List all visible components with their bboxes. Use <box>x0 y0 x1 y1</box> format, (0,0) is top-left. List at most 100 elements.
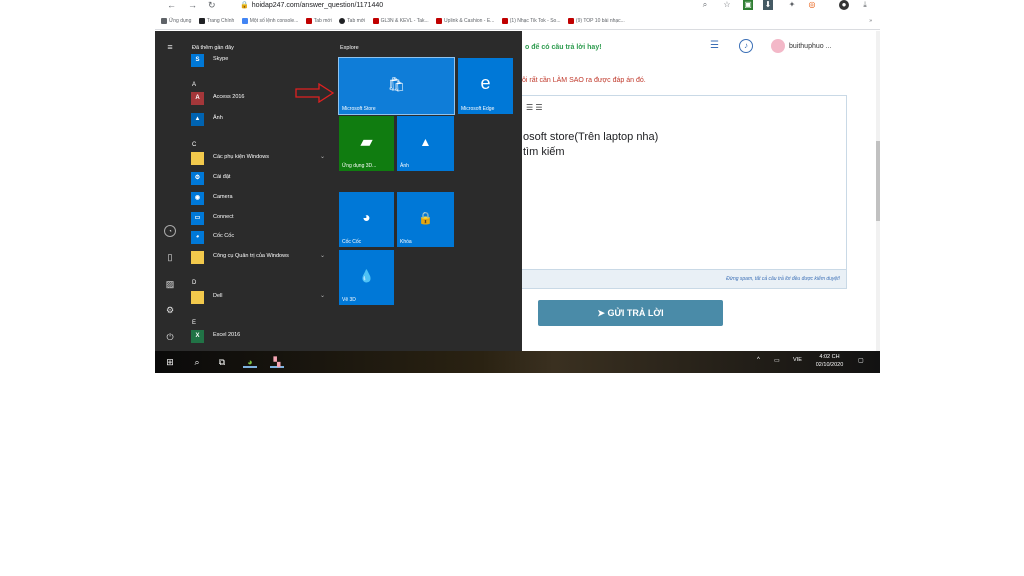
bookmark-item[interactable]: Một số lệnh console... <box>241 12 299 29</box>
coc-coc-taskbar-icon[interactable]: ◕ <box>243 356 257 368</box>
bookmark-item[interactable]: (9) TOP 10 bài nhạc... <box>567 12 625 29</box>
answer-line: osoft store(Trên laptop nha) <box>523 131 659 143</box>
address-bar[interactable]: 🔒 hoidap247.com/answer_question/1171440 <box>240 1 383 9</box>
lock-icon: 🔒 <box>240 2 249 9</box>
task-view-icon[interactable]: ⧉ <box>215 356 229 368</box>
app-icon: S <box>191 54 204 67</box>
app-list-item[interactable]: Dell ⌄ <box>189 288 329 306</box>
reload-icon[interactable]: ↻ <box>208 0 216 11</box>
page-scrollbar[interactable] <box>876 31 880 351</box>
network-icon[interactable]: ▭ <box>774 357 780 364</box>
bookmark-label: Tab mới <box>313 18 332 24</box>
app-list-item[interactable]: ▭ Connect <box>189 209 329 227</box>
answer-editor[interactable]: ☰ ☰ osoft store(Trên laptop nha) tìm kiế… <box>510 95 847 289</box>
bookmark-item[interactable]: Tab mới <box>305 12 332 29</box>
app-list-item[interactable]: X Excel 2016 <box>189 327 329 345</box>
app-list-item[interactable]: ⚙ Cài đặt <box>189 169 329 187</box>
bookmark-item[interactable]: Trang Chính <box>198 12 234 29</box>
app-icon: A <box>191 92 204 105</box>
extension-icon[interactable]: ▣ <box>743 0 753 10</box>
app-list-item[interactable]: ◉ Camera <box>189 189 329 207</box>
clock-time: 4:02 CH <box>819 354 840 360</box>
back-icon[interactable]: ← <box>167 0 176 11</box>
user-account-icon[interactable]: ◔ <box>164 225 176 237</box>
app-label: Ảnh <box>213 115 223 121</box>
tile-icon: ▲ <box>419 134 432 149</box>
chrome-extension-icon[interactable]: ◎ <box>807 0 817 10</box>
app-list-item[interactable]: Các phụ kiện Windows ⌄ <box>189 149 329 167</box>
list-letter-header[interactable]: A <box>192 82 196 88</box>
list-letter-header[interactable]: E <box>192 320 196 326</box>
bookmark-label: Một số lệnh console... <box>249 18 299 24</box>
scrollbar-thumb[interactable] <box>876 141 880 221</box>
username[interactable]: buithuphuo ... <box>789 43 831 50</box>
zoom-icon[interactable]: ⌕ <box>700 0 710 10</box>
profile-avatar-icon[interactable]: ● <box>839 0 849 10</box>
browser-toolbar: ← → ↻ 🔒 hoidap247.com/answer_question/117… <box>155 0 880 12</box>
chevron-down-icon[interactable]: ⌄ <box>320 153 325 160</box>
bookmark-item[interactable]: Ứng dụng <box>161 12 191 29</box>
power-icon[interactable]: ⏻ <box>164 331 176 343</box>
tile-microsoft-edge[interactable]: e Microsoft Edge <box>458 58 513 114</box>
chevron-down-icon[interactable]: ⌄ <box>320 292 325 299</box>
tile-ung-dung-3d[interactable]: ▰ Ứng dụng 3D... <box>339 116 394 171</box>
forward-icon[interactable]: → <box>188 0 197 11</box>
start-menu: ≡ ◔ ▯ ▨ ⚙ ⏻ Đã thêm gần đây S Skype A A Acce… <box>155 31 522 351</box>
list-letter-header[interactable]: D <box>192 280 196 286</box>
download-icon[interactable]: ⤓ <box>860 0 870 10</box>
bookmark-label: (9) TOP 10 bài nhạc... <box>575 18 625 24</box>
tile-ve-3d[interactable]: 💧 Vẽ 3D <box>339 250 394 305</box>
bookmark-label: Uplink & Cashion - E... <box>444 18 495 24</box>
answer-line: tìm kiếm <box>523 146 565 158</box>
tile-label: Vẽ 3D <box>342 297 356 303</box>
bookmark-label: (1) Nhạc Tik Tok - So... <box>509 18 561 24</box>
documents-icon[interactable]: ▯ <box>164 251 176 263</box>
tile-khoa[interactable]: 🔒 Khóa <box>397 192 454 247</box>
windows-start-icon[interactable]: ⊞ <box>163 356 177 368</box>
bookmark-item[interactable]: Uplink & Cashion - E... <box>436 12 495 29</box>
app-list-item[interactable]: ◕ Cốc Cốc <box>189 228 329 246</box>
app-icon <box>191 291 204 304</box>
avatar[interactable] <box>771 39 785 53</box>
youtube-icon <box>372 17 379 24</box>
bell-icon[interactable]: ♪ <box>739 39 753 53</box>
app-list-item[interactable]: Công cụ Quản trị của Windows ⌄ <box>189 248 329 266</box>
submit-answer-button[interactable]: ➤ GỬI TRẢ LỜI <box>538 300 723 326</box>
tile-coc-coc[interactable]: ◕ Cốc Cốc <box>339 192 394 247</box>
youtube-icon <box>567 17 574 24</box>
app-icon <box>191 251 204 264</box>
pictures-icon[interactable]: ▨ <box>164 278 176 290</box>
tile-label: Microsoft Store <box>342 106 376 112</box>
app-icon <box>191 152 204 165</box>
bookmark-item[interactable]: GL3N & KEVL - Tak... <box>372 12 429 29</box>
language-indicator[interactable]: VIE <box>793 357 802 363</box>
star-icon[interactable]: ☆ <box>722 0 732 10</box>
app-list-item[interactable]: ▲ Ảnh <box>189 110 329 128</box>
clock[interactable]: 4:02 CH 02/10/2020 <box>807 353 852 369</box>
show-hidden-icons-icon[interactable]: ^ <box>757 357 760 363</box>
more-bookmarks-icon[interactable]: » <box>869 12 872 29</box>
bookmark-item[interactable]: Tab mới <box>339 12 365 29</box>
tile-icon: e <box>480 72 491 93</box>
bookmark-item[interactable]: (1) Nhạc Tik Tok - So... <box>501 12 561 29</box>
app-taskbar-icon[interactable]: ▚ <box>270 356 284 368</box>
download-extension-icon[interactable]: ⬇ <box>763 0 773 10</box>
settings-icon[interactable]: ⚙ <box>164 304 176 316</box>
puzzle-icon[interactable]: ✦ <box>787 0 797 10</box>
google-icon <box>241 17 248 24</box>
tiles-group-heading: Explore <box>340 45 359 51</box>
list-letter-header[interactable]: C <box>192 142 196 148</box>
chevron-down-icon[interactable]: ⌄ <box>320 252 325 259</box>
tile-microsoft-store[interactable]: 🛍 Microsoft Store <box>338 57 455 115</box>
send-icon: ➤ <box>597 308 608 318</box>
tile-icon: 🛍 <box>387 75 406 92</box>
taskbar: ⊞ ⌕ ⧉ ◕ ▚ ^ ▭ VIE 4:02 CH 02/10/2020 ▢ <box>155 351 880 373</box>
search-icon[interactable]: ⌕ <box>190 356 204 368</box>
hamburger-menu-icon[interactable]: ≡ <box>164 41 176 53</box>
notification-icon[interactable]: ▢ <box>858 357 864 364</box>
chat-icon[interactable]: ☰ <box>710 40 724 52</box>
list-format-icon[interactable]: ☰ ☰ <box>526 103 543 112</box>
tile-anh[interactable]: ▲ Ảnh <box>397 116 454 171</box>
submit-label: GỬI TRẢ LỜI <box>607 308 664 318</box>
app-list-item[interactable]: S Skype <box>189 51 329 69</box>
